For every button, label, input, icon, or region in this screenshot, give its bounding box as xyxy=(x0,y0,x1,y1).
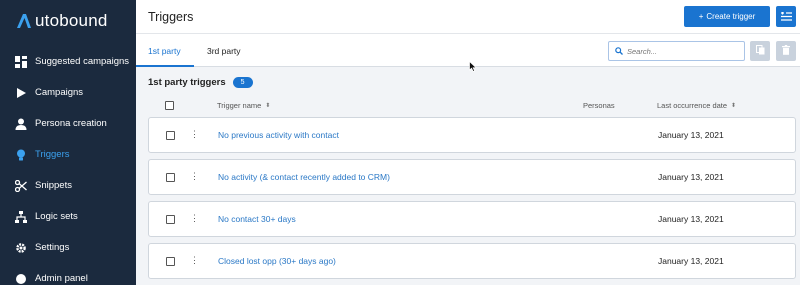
kebab-menu-icon[interactable]: ⋮ xyxy=(190,171,199,182)
sidebar-item-label: Suggested campaigns xyxy=(35,56,130,67)
table-header: Trigger name ⬍ Personas Last occurrence … xyxy=(148,98,796,112)
trigger-name-link[interactable]: No contact 30+ days xyxy=(218,214,296,224)
copy-icon xyxy=(755,42,765,60)
sidebar-item-triggers[interactable]: Triggers xyxy=(0,139,136,170)
sidebar-item-label: Triggers xyxy=(35,149,70,160)
sidebar-item-persona-creation[interactable]: Persona creation xyxy=(0,108,136,139)
person-icon xyxy=(15,118,27,130)
column-personas: Personas xyxy=(583,98,615,112)
sidebar-item-label: Campaigns xyxy=(35,87,84,98)
row-checkbox[interactable] xyxy=(166,131,175,140)
table-row[interactable]: ⋮ No contact 30+ days January 13, 2021 xyxy=(148,201,796,237)
column-label: Trigger name xyxy=(217,100,262,110)
select-all-checkbox-cell xyxy=(165,98,174,112)
section-title: 1st party triggers xyxy=(148,77,226,88)
sort-icon: ⬍ xyxy=(731,102,737,109)
last-occurrence-date: January 13, 2021 xyxy=(658,256,724,266)
copy-button[interactable] xyxy=(750,41,770,61)
row-checkbox[interactable] xyxy=(166,257,175,266)
filter-list-button[interactable] xyxy=(776,6,796,27)
last-occurrence-date: January 13, 2021 xyxy=(658,172,724,182)
sidebar-item-snippets[interactable]: Snippets xyxy=(0,170,136,201)
search-icon xyxy=(615,42,623,60)
kebab-menu-icon[interactable]: ⋮ xyxy=(190,129,199,140)
kebab-menu-icon[interactable]: ⋮ xyxy=(190,213,199,224)
sidebar-nav: Suggested campaigns Campaigns Persona cr… xyxy=(0,46,136,285)
create-trigger-button[interactable]: + Create trigger xyxy=(684,6,770,27)
search-box[interactable] xyxy=(608,41,745,61)
tab-bar: 1st party 3rd party xyxy=(136,34,800,67)
row-checkbox[interactable] xyxy=(166,215,175,224)
sidebar-item-label: Persona creation xyxy=(35,118,107,129)
sitemap-icon xyxy=(15,210,27,223)
page-title: Triggers xyxy=(148,9,194,24)
filter-list-icon xyxy=(780,8,792,26)
search-input[interactable] xyxy=(627,46,737,56)
table-row[interactable]: ⋮ Closed lost opp (30+ days ago) January… xyxy=(148,243,796,279)
sidebar-item-settings[interactable]: Settings xyxy=(0,232,136,263)
section-header: 1st party triggers 5 xyxy=(148,77,253,88)
play-icon xyxy=(15,87,27,99)
row-checkbox[interactable] xyxy=(166,173,175,182)
column-trigger-name[interactable]: Trigger name ⬍ xyxy=(217,98,270,112)
sidebar-item-label: Logic sets xyxy=(35,211,78,222)
column-last-occurrence-date[interactable]: Last occurrence date ⬍ xyxy=(657,98,736,112)
sidebar-item-logic-sets[interactable]: Logic sets xyxy=(0,201,136,232)
table-row[interactable]: ⋮ No activity (& contact recently added … xyxy=(148,159,796,195)
delete-button[interactable] xyxy=(776,41,796,61)
count-badge: 5 xyxy=(232,77,253,88)
trigger-name-link[interactable]: No activity (& contact recently added to… xyxy=(218,172,390,182)
trigger-name-link[interactable]: Closed lost opp (30+ days ago) xyxy=(218,256,336,266)
table-row[interactable]: ⋮ No previous activity with contact Janu… xyxy=(148,117,796,153)
gear-icon xyxy=(15,242,27,254)
active-tab-indicator xyxy=(136,65,194,67)
sidebar-item-campaigns[interactable]: Campaigns xyxy=(0,77,136,108)
logo[interactable]: utobound xyxy=(0,0,136,42)
tab-1st-party[interactable]: 1st party xyxy=(148,34,181,67)
sidebar-item-label: Settings xyxy=(35,242,70,253)
trash-icon xyxy=(782,42,790,60)
sidebar-item-admin-panel[interactable]: Admin panel xyxy=(0,263,136,285)
scissors-icon xyxy=(15,179,27,192)
sort-icon: ⬍ xyxy=(265,102,271,109)
create-trigger-label: Create trigger xyxy=(706,12,756,21)
select-all-checkbox[interactable] xyxy=(165,100,174,110)
sidebar: utobound Suggested campaigns Campaigns P… xyxy=(0,0,136,285)
kebab-menu-icon[interactable]: ⋮ xyxy=(190,255,199,266)
column-label: Last occurrence date xyxy=(657,100,728,110)
last-occurrence-date: January 13, 2021 xyxy=(658,130,724,140)
lightbulb-icon xyxy=(15,149,27,161)
plus-icon: + xyxy=(698,12,704,21)
column-label: Personas xyxy=(583,100,615,110)
logo-text: utobound xyxy=(35,11,108,30)
top-bar: Triggers + Create trigger xyxy=(136,0,800,34)
grid-icon xyxy=(15,55,27,68)
last-occurrence-date: January 13, 2021 xyxy=(658,214,724,224)
logo-mark-icon xyxy=(14,11,34,31)
sidebar-item-label: Snippets xyxy=(35,180,72,191)
mouse-cursor-icon xyxy=(469,59,477,77)
sidebar-item-suggested-campaigns[interactable]: Suggested campaigns xyxy=(0,46,136,77)
admin-icon xyxy=(15,273,27,285)
tab-3rd-party[interactable]: 3rd party xyxy=(207,34,241,67)
trigger-name-link[interactable]: No previous activity with contact xyxy=(218,130,339,140)
sidebar-item-label: Admin panel xyxy=(35,273,88,284)
main-content: Triggers + Create trigger 1st party 3rd … xyxy=(136,0,800,285)
